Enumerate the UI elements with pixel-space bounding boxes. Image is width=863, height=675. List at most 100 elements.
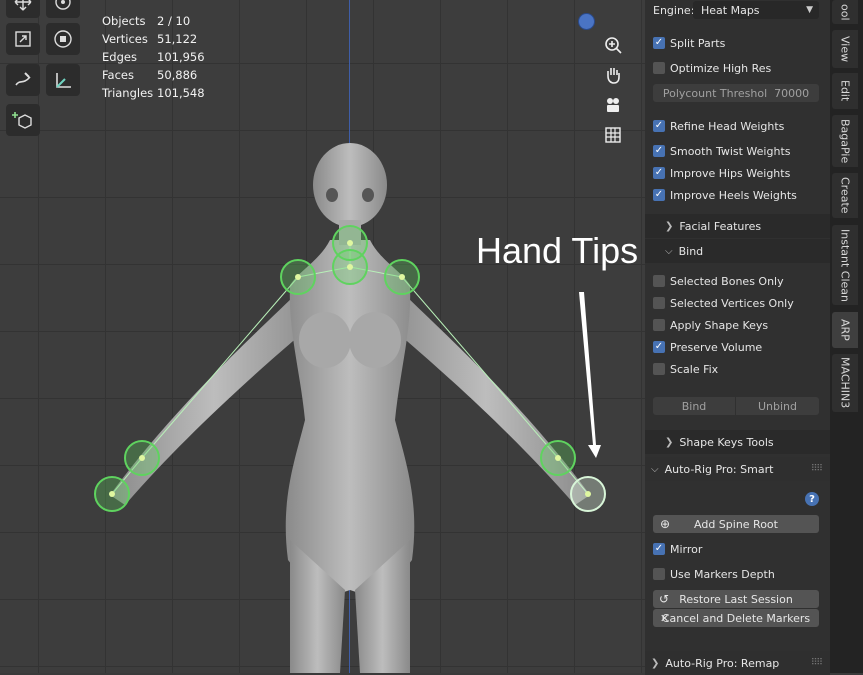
sidebar-tabs: ool View Edit BagaPie Create Instant Cle…: [830, 0, 863, 673]
checkbox-label: Apply Shape Keys: [670, 318, 769, 332]
section-label: Auto-Rig Pro: Remap: [665, 656, 780, 670]
chevron-down-icon: ⌵: [665, 245, 673, 257]
shape-keys-tools-section[interactable]: ❯ Shape Keys Tools: [645, 430, 830, 454]
checkbox-unchecked[interactable]: [653, 62, 665, 74]
tab-instant-clean[interactable]: Instant Clean: [832, 225, 858, 305]
tab-arp[interactable]: ARP: [832, 312, 858, 348]
grid-view-button[interactable]: [600, 122, 626, 148]
checkbox-label: Improve Hips Weights: [670, 166, 791, 180]
restore-last-session-button[interactable]: ↺ Restore Last Session: [653, 590, 819, 608]
tab-edit[interactable]: Edit: [832, 73, 858, 109]
stat-label: Edges: [102, 50, 137, 64]
bind-button[interactable]: Bind: [653, 397, 735, 415]
annotate-icon: [15, 72, 31, 86]
stat-row: Faces 50,886: [102, 66, 205, 84]
zoom-icon: [605, 37, 622, 54]
checkbox-checked[interactable]: [653, 145, 665, 157]
auto-rig-remap-header[interactable]: ❯ Auto-Rig Pro: Remap ⠿⠿: [645, 651, 830, 675]
tab-label: ool: [838, 3, 852, 21]
facial-features-section[interactable]: ❯ Facial Features: [645, 214, 830, 238]
cancel-delete-markers-button[interactable]: ✕ Cancel and Delete Markers: [653, 609, 819, 627]
split-parts-checkbox[interactable]: Split Parts: [653, 33, 823, 53]
polycount-label: Polycount Threshol: [662, 86, 768, 100]
add-spine-root-button[interactable]: ⊕ Add Spine Root: [653, 515, 819, 533]
grid-icon: [605, 127, 621, 143]
checkbox-checked[interactable]: [653, 341, 665, 353]
use-markers-depth-checkbox[interactable]: Use Markers Depth: [653, 564, 823, 584]
tab-machin3[interactable]: MACHIN3: [832, 354, 858, 412]
annotate-tool-button[interactable]: [6, 64, 40, 96]
tab-tool[interactable]: ool: [832, 0, 858, 24]
polycount-threshold-field[interactable]: Polycount Threshol 70000: [653, 84, 819, 102]
help-icon: ?: [809, 493, 815, 505]
zoom-button[interactable]: [600, 32, 626, 58]
scale-fix-checkbox[interactable]: Scale Fix: [653, 359, 823, 379]
checkbox-label: Smooth Twist Weights: [670, 144, 791, 158]
stat-label: Vertices: [102, 32, 148, 46]
checkbox-unchecked[interactable]: [653, 363, 665, 375]
refine-head-checkbox[interactable]: Refine Head Weights: [653, 116, 823, 136]
stat-row: Objects 2 / 10: [102, 12, 205, 30]
tab-bagapie[interactable]: BagaPie: [832, 115, 858, 167]
scale-tool-button[interactable]: [6, 23, 40, 55]
checkbox-checked[interactable]: [653, 189, 665, 201]
transform-tool-button[interactable]: [46, 23, 80, 55]
tab-label: Instant Clean: [838, 228, 852, 302]
stat-value: 50,886: [157, 68, 198, 82]
tab-create[interactable]: Create: [832, 173, 858, 218]
checkbox-unchecked[interactable]: [653, 297, 665, 309]
rotate-tool-button[interactable]: [46, 0, 80, 18]
history-icon: ↺: [659, 592, 670, 606]
improve-hips-checkbox[interactable]: Improve Hips Weights: [653, 163, 823, 183]
checkbox-label: Improve Heels Weights: [670, 188, 797, 202]
smooth-twist-checkbox[interactable]: Smooth Twist Weights: [653, 141, 823, 161]
drag-grip-icon[interactable]: ⠿⠿: [811, 658, 823, 668]
checkbox-label: Scale Fix: [670, 362, 719, 376]
arp-sidebar-panel: Engine: Heat Maps ▼ Split Parts Optimize…: [645, 0, 830, 675]
checkbox-checked[interactable]: [653, 120, 665, 132]
checkbox-label: Optimize High Res: [670, 61, 772, 75]
improve-heels-checkbox[interactable]: Improve Heels Weights: [653, 185, 823, 205]
stat-row: Edges 101,956: [102, 48, 205, 66]
camera-icon: [607, 98, 619, 112]
checkbox-unchecked[interactable]: [653, 568, 665, 580]
measure-tool-button[interactable]: [46, 64, 80, 96]
engine-label: Engine:: [653, 3, 695, 17]
checkbox-checked[interactable]: [653, 167, 665, 179]
hand-tips-annotation: Hand Tips: [476, 230, 639, 271]
3d-viewport[interactable]: Objects 2 / 10 Vertices 51,122 Edges 101,95…: [0, 0, 645, 673]
auto-rig-smart-header[interactable]: ⌵ Auto-Rig Pro: Smart ⠿⠿: [645, 457, 830, 481]
optimize-high-res-checkbox[interactable]: Optimize High Res: [653, 58, 823, 78]
stat-row: Vertices 51,122: [102, 30, 205, 48]
move-tool-button[interactable]: [6, 0, 40, 18]
chevron-right-icon: ❯: [665, 436, 674, 448]
engine-dropdown[interactable]: Heat Maps ▼: [693, 1, 819, 19]
axis-gizmo-dot[interactable]: [578, 13, 595, 30]
unbind-button[interactable]: Unbind: [736, 397, 819, 415]
camera-button[interactable]: [600, 92, 626, 118]
selected-bones-only-checkbox[interactable]: Selected Bones Only: [653, 271, 823, 291]
preserve-volume-checkbox[interactable]: Preserve Volume: [653, 337, 823, 357]
tab-label: BagaPie: [838, 118, 852, 164]
checkbox-unchecked[interactable]: [653, 275, 665, 287]
selected-vertices-only-checkbox[interactable]: Selected Vertices Only: [653, 293, 823, 313]
drag-grip-icon[interactable]: ⠿⠿: [811, 464, 823, 474]
apply-shape-keys-checkbox[interactable]: Apply Shape Keys: [653, 315, 823, 335]
close-icon: ✕: [660, 611, 670, 625]
add-cube-tool-button[interactable]: [6, 104, 40, 136]
stat-value: 2 / 10: [157, 14, 191, 28]
character-model[interactable]: [0, 0, 645, 673]
pan-button[interactable]: [600, 62, 626, 88]
stat-value: 101,548: [157, 86, 205, 100]
scale-icon: [15, 31, 31, 47]
help-button[interactable]: ?: [805, 492, 819, 506]
mirror-checkbox[interactable]: Mirror: [653, 539, 823, 559]
tab-view[interactable]: View: [832, 30, 858, 68]
section-label: Bind: [678, 244, 704, 258]
checkbox-unchecked[interactable]: [653, 319, 665, 331]
checkbox-checked[interactable]: [653, 543, 665, 555]
chevron-right-icon: ❯: [665, 220, 674, 232]
checkbox-checked[interactable]: [653, 37, 665, 49]
bind-section[interactable]: ⌵ Bind: [645, 239, 830, 263]
tab-label: Edit: [838, 80, 852, 102]
